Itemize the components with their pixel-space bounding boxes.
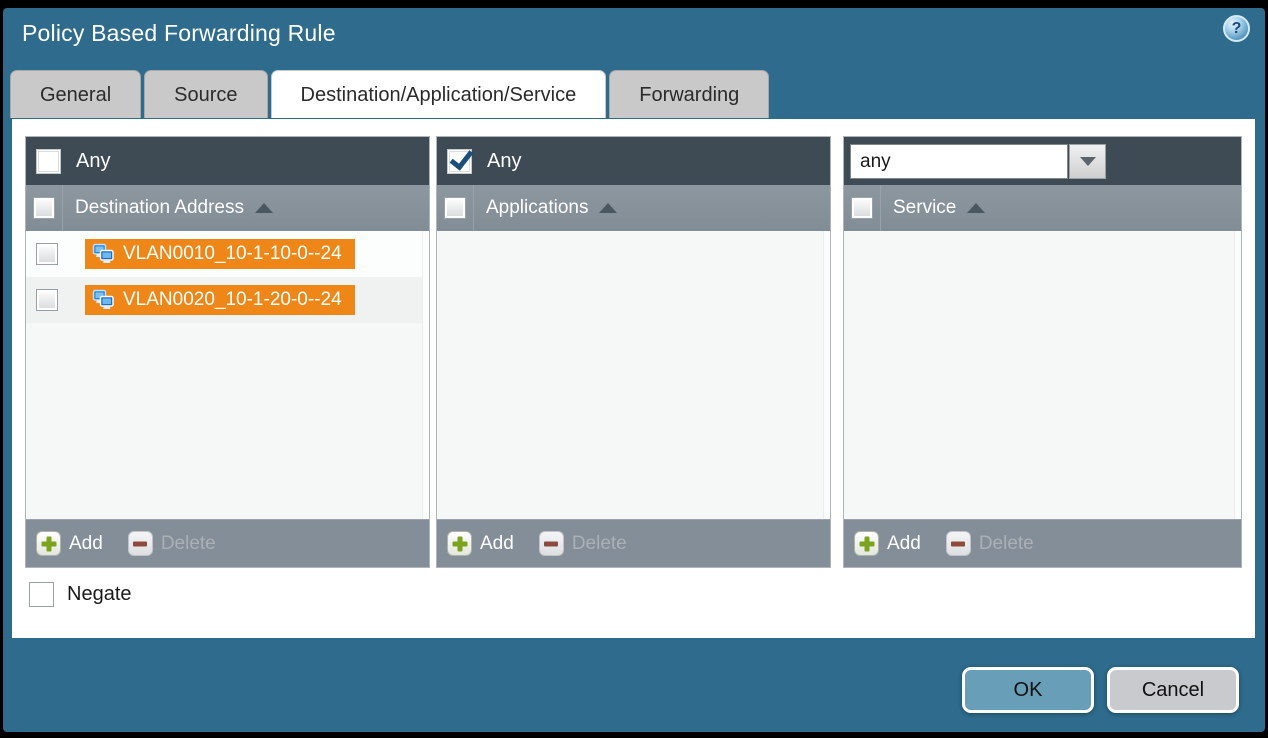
- delete-button[interactable]: Delete: [128, 531, 216, 556]
- service-select-all-checkbox[interactable]: [851, 197, 873, 219]
- sort-ascending-icon[interactable]: [255, 203, 273, 213]
- applications-panel: Any Applications Add Delete: [436, 136, 831, 568]
- network-address-icon: [91, 289, 115, 311]
- network-address-icon: [91, 243, 115, 265]
- destination-any-checkbox[interactable]: [36, 149, 61, 174]
- tab-destination-application-service[interactable]: Destination/Application/Service: [271, 70, 607, 118]
- address-object-badge[interactable]: VLAN0010_10-1-10-0--24: [85, 239, 355, 269]
- destination-any-header: Any: [26, 137, 429, 185]
- ok-button[interactable]: OK: [962, 667, 1094, 713]
- destination-any-label: Any: [76, 150, 110, 173]
- address-object-label: VLAN0010_10-1-10-0--24: [123, 243, 342, 265]
- dialog-footer: OK Cancel: [962, 667, 1239, 713]
- tab-general[interactable]: General: [10, 70, 141, 118]
- minus-icon: [128, 531, 153, 556]
- destination-address-panel: Any Destination Address: [25, 136, 430, 568]
- service-panel: any Service Add: [843, 136, 1242, 568]
- table-row[interactable]: VLAN0020_10-1-20-0--24: [26, 277, 429, 323]
- destination-address-list: VLAN0010_10-1-10-0--24: [26, 231, 429, 519]
- service-dropdown-input[interactable]: any: [850, 144, 1068, 179]
- negate-row: Negate: [29, 582, 132, 607]
- applications-list: [437, 231, 830, 519]
- address-object-label: VLAN0020_10-1-20-0--24: [123, 289, 342, 311]
- delete-button[interactable]: Delete: [946, 531, 1034, 556]
- service-list: [844, 231, 1241, 519]
- destination-footer: Add Delete: [26, 519, 429, 567]
- applications-select-all-checkbox[interactable]: [444, 197, 466, 219]
- add-button[interactable]: Add: [854, 531, 921, 556]
- negate-label: Negate: [67, 583, 132, 606]
- tab-bar: General Source Destination/Application/S…: [10, 70, 769, 118]
- service-column-header: Service: [844, 185, 1241, 231]
- policy-based-forwarding-dialog: Policy Based Forwarding Rule ? General S…: [3, 8, 1265, 732]
- cancel-button[interactable]: Cancel: [1107, 667, 1239, 713]
- applications-any-header: Any: [437, 137, 830, 185]
- add-button[interactable]: Add: [36, 531, 103, 556]
- service-footer: Add Delete: [844, 519, 1241, 567]
- tab-source[interactable]: Source: [144, 70, 267, 118]
- add-button[interactable]: Add: [447, 531, 514, 556]
- scrollbar-track[interactable]: [1234, 231, 1241, 519]
- dialog-title-bar: Policy Based Forwarding Rule: [22, 20, 336, 47]
- plus-icon: [854, 531, 879, 556]
- service-combo: any: [850, 144, 1106, 179]
- row-checkbox[interactable]: [36, 243, 58, 265]
- minus-icon: [946, 531, 971, 556]
- chevron-down-icon: [1080, 157, 1096, 166]
- plus-icon: [36, 531, 61, 556]
- applications-column-label: Applications: [486, 197, 588, 219]
- tab-forwarding[interactable]: Forwarding: [609, 70, 769, 118]
- sort-ascending-icon[interactable]: [599, 203, 617, 213]
- destination-column-header: Destination Address: [26, 185, 429, 231]
- page-title: Policy Based Forwarding Rule: [22, 20, 336, 46]
- service-dropdown-header: any: [844, 137, 1241, 185]
- help-icon[interactable]: ?: [1223, 15, 1250, 42]
- plus-icon: [447, 531, 472, 556]
- destination-select-all-checkbox[interactable]: [33, 197, 55, 219]
- scrollbar-track[interactable]: [422, 231, 429, 519]
- minus-icon: [539, 531, 564, 556]
- tab-content: Any Destination Address: [12, 119, 1255, 638]
- applications-footer: Add Delete: [437, 519, 830, 567]
- applications-column-header: Applications: [437, 185, 830, 231]
- service-column-label: Service: [893, 197, 956, 219]
- delete-button[interactable]: Delete: [539, 531, 627, 556]
- negate-checkbox[interactable]: [29, 582, 54, 607]
- scrollbar-track[interactable]: [823, 231, 830, 519]
- address-object-badge[interactable]: VLAN0020_10-1-20-0--24: [85, 285, 355, 315]
- service-dropdown-button[interactable]: [1069, 144, 1106, 179]
- table-row[interactable]: VLAN0010_10-1-10-0--24: [26, 231, 429, 277]
- destination-column-label: Destination Address: [75, 197, 244, 219]
- applications-any-label: Any: [487, 150, 521, 173]
- applications-any-checkbox[interactable]: [447, 149, 472, 174]
- row-checkbox[interactable]: [36, 289, 58, 311]
- sort-ascending-icon[interactable]: [967, 203, 985, 213]
